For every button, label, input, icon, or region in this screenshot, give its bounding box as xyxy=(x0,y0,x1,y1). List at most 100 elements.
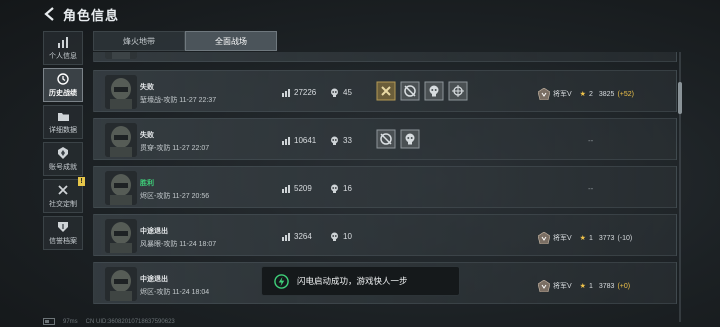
medal-list xyxy=(376,129,420,149)
history-icon xyxy=(56,73,70,85)
star-icon: ★ xyxy=(579,91,586,98)
score-icon xyxy=(282,88,290,97)
score-icon xyxy=(282,184,290,193)
lightning-icon xyxy=(274,273,289,289)
sidebar-item-label: 信誉档案 xyxy=(49,238,77,245)
rank-name: 将军V xyxy=(553,283,572,290)
status-footer: 97ms CN UID:36082010718637590623 xyxy=(43,318,175,325)
crossed-medal-icon[interactable] xyxy=(376,129,396,149)
skull-medal-icon[interactable] xyxy=(400,129,420,149)
sidebar-item-details[interactable]: 详细数据 xyxy=(43,105,83,139)
rank-delta: (-10) xyxy=(617,234,633,242)
tools-icon xyxy=(56,184,70,196)
page-title: 角色信息 xyxy=(63,8,120,23)
match-result: 中途退出 xyxy=(140,228,168,235)
avatar xyxy=(105,123,137,157)
target-medal-icon[interactable] xyxy=(448,81,468,101)
sidebar-item-social[interactable]: ! 社交定制 xyxy=(43,177,85,213)
ping-text: 97ms xyxy=(63,318,78,325)
score-stat: 5209 xyxy=(282,184,312,193)
crossed-medal-icon[interactable] xyxy=(400,81,420,101)
rank-change-empty: -- xyxy=(588,184,594,193)
rank-change: 将军V ★ 1 3773 (-10) xyxy=(538,232,632,244)
skull-icon xyxy=(331,184,338,193)
top-bar: 角色信息 xyxy=(0,0,720,28)
match-result: 胜利 xyxy=(140,180,154,187)
score-value: 3264 xyxy=(294,232,312,241)
rank-points: 3825 xyxy=(598,90,615,98)
rank-name: 将军V xyxy=(553,235,572,242)
rank-delta: (+52) xyxy=(617,90,634,98)
rank-emblem-icon xyxy=(538,88,550,100)
skull-icon xyxy=(331,136,338,145)
rank-change: 将军V ★ 2 3825 (+52) xyxy=(538,88,634,100)
rank-emblem-icon xyxy=(538,232,550,244)
score-icon xyxy=(282,232,290,241)
match-result: 失败 xyxy=(140,84,154,91)
kills-value: 33 xyxy=(343,136,352,145)
sidebar-item-history[interactable]: 历史战绩 xyxy=(43,68,83,102)
scrollbar-thumb[interactable] xyxy=(678,82,682,114)
folder-icon xyxy=(56,110,70,122)
sidebar-item-label: 详细数据 xyxy=(49,127,77,134)
skull-medal-icon[interactable] xyxy=(424,81,444,101)
tab-all-out-warfare[interactable]: 全面战场 xyxy=(185,31,277,51)
match-row[interactable]: 胜利 烬区-攻防 11-27 20:56 5209 16 -- xyxy=(93,166,677,208)
kills-value: 10 xyxy=(343,232,352,241)
sidebar-item-label: 历史战绩 xyxy=(49,90,77,97)
mode-tabs: 烽火地带 全面战场 xyxy=(93,31,277,51)
match-info: 贯穿-攻防 11-27 22:07 xyxy=(140,145,210,152)
rank-change: 将军V ★ 1 3783 (+0) xyxy=(538,280,630,292)
match-info: 堑壕战-攻防 11-27 22:37 xyxy=(140,97,217,104)
match-info: 烬区-攻防 11-24 18:04 xyxy=(140,289,210,296)
rank-stars: 2 xyxy=(588,90,593,98)
match-row[interactable]: 失败 堑壕战-攻防 11-27 22:37 27226 45 将军V ★ 2 3… xyxy=(93,70,677,112)
achievement-icon xyxy=(56,147,70,159)
avatar xyxy=(105,219,137,253)
score-stat: 10641 xyxy=(282,136,316,145)
kills-stat: 10 xyxy=(330,232,352,241)
skull-icon xyxy=(331,88,338,97)
sidebar-item-label: 社交定制 xyxy=(49,201,77,208)
rank-stars: 1 xyxy=(588,282,593,290)
sidebar-item-profile[interactable]: 个人信息 xyxy=(43,31,83,65)
rank-name: 将军V xyxy=(553,91,572,98)
avatar xyxy=(105,267,137,301)
sidebar-item-reputation[interactable]: 信誉档案 xyxy=(43,216,83,250)
score-stat: 27226 xyxy=(282,88,316,97)
rank-delta: (+0) xyxy=(617,282,631,290)
star-icon: ★ xyxy=(579,283,586,290)
sidebar-item-label: 个人信息 xyxy=(49,53,77,60)
toast-text: 闪电启动成功，游戏快人一步 xyxy=(297,276,408,286)
kills-value: 16 xyxy=(343,184,352,193)
kills-stat: 33 xyxy=(330,136,352,145)
sidebar-item-achievements[interactable]: 账号成就 xyxy=(43,142,83,176)
match-row[interactable]: 失败 贯穿-攻防 11-27 22:07 10641 33 -- xyxy=(93,118,677,160)
sidebar-item-label: 账号成就 xyxy=(49,164,77,171)
sidebar: 个人信息 历史战绩 详细数据 账号成就 ! 社交定制 信誉档案 xyxy=(43,31,85,253)
kills-stat: 16 xyxy=(330,184,352,193)
rank-stars: 1 xyxy=(588,234,593,242)
uid-text: CN UID:36082010718637590623 xyxy=(85,318,175,325)
rank-points: 3783 xyxy=(598,282,615,290)
rank-points: 3773 xyxy=(598,234,615,242)
back-arrow-icon[interactable] xyxy=(42,6,58,22)
medal-list xyxy=(376,81,468,101)
score-value: 5209 xyxy=(294,184,312,193)
tab-hazard-zone[interactable]: 烽火地带 xyxy=(93,31,185,51)
match-result: 失败 xyxy=(140,132,154,139)
rank-emblem-icon xyxy=(538,280,550,292)
match-row[interactable] xyxy=(93,52,677,62)
rank-change-empty: -- xyxy=(588,136,594,145)
kills-stat: 45 xyxy=(330,88,352,97)
bar-chart-icon xyxy=(56,36,70,48)
avatar xyxy=(105,171,137,205)
avatar xyxy=(105,52,137,59)
score-value: 27226 xyxy=(294,88,317,97)
match-row[interactable]: 中途退出 风暴眼-攻防 11-24 18:07 3264 10 将军V ★ 1 … xyxy=(93,214,677,256)
kills-value: 45 xyxy=(343,88,352,97)
avatar xyxy=(105,75,137,109)
hammer-medal-icon[interactable] xyxy=(376,81,396,101)
shield-icon xyxy=(56,221,70,233)
score-value: 10641 xyxy=(294,136,317,145)
